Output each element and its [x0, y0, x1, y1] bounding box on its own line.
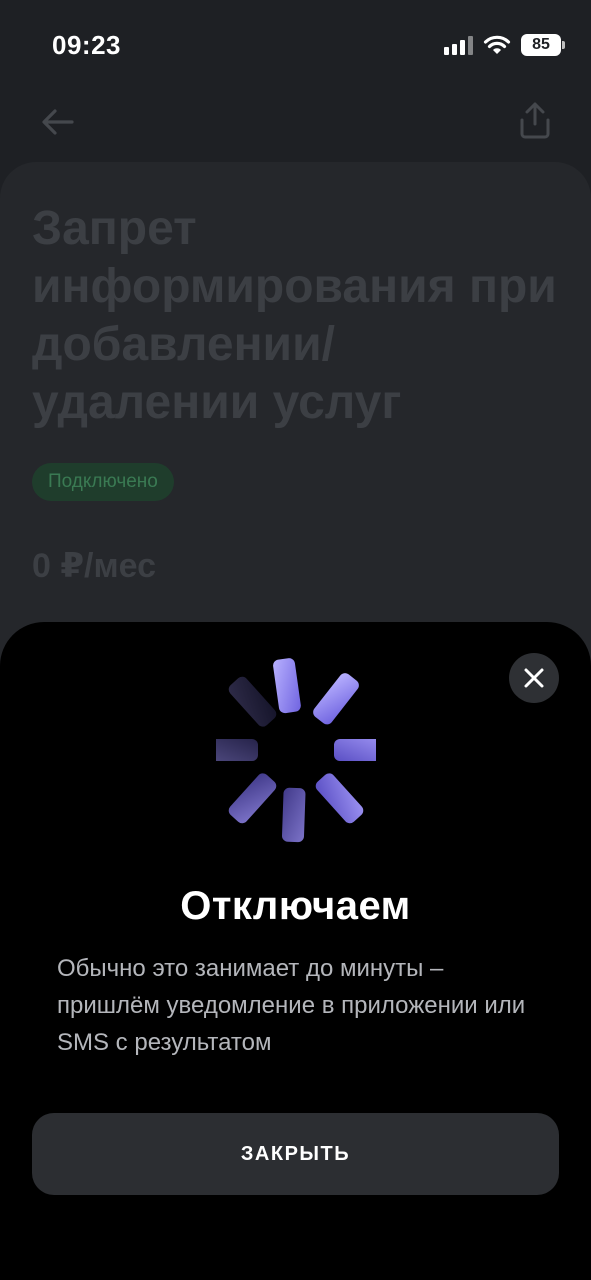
- page-title: Запрет информирования при добавлении/уда…: [32, 202, 557, 429]
- status-time: 09:23: [52, 30, 121, 60]
- share-icon[interactable]: [517, 100, 553, 140]
- status-bar: 09:23 85: [0, 0, 591, 92]
- close-button[interactable]: ЗАКРЫТЬ: [32, 1113, 559, 1195]
- screen: 09:23 85 Запрет информирования при добав…: [0, 0, 591, 1280]
- sheet-description: Обычно это занимает до минуты – пришлём …: [57, 955, 526, 1056]
- battery-icon: 85: [521, 34, 565, 56]
- close-sheet-button[interactable]: [509, 653, 559, 703]
- sheet-title: Отключаем: [180, 884, 411, 928]
- price-label: 0 ₽/мес: [32, 547, 156, 585]
- nav-bar: [0, 96, 591, 146]
- battery-level: 85: [532, 36, 550, 53]
- signal-icon: [444, 35, 473, 55]
- status-badge: Подключено: [32, 463, 174, 501]
- loading-spinner-icon: [216, 658, 376, 843]
- status-icons: 85: [444, 34, 565, 56]
- back-arrow-icon[interactable]: [38, 102, 78, 142]
- wifi-icon: [483, 35, 511, 54]
- close-icon: [524, 668, 544, 688]
- bottom-sheet: Отключаем Обычно это занимает до минуты …: [0, 622, 591, 1280]
